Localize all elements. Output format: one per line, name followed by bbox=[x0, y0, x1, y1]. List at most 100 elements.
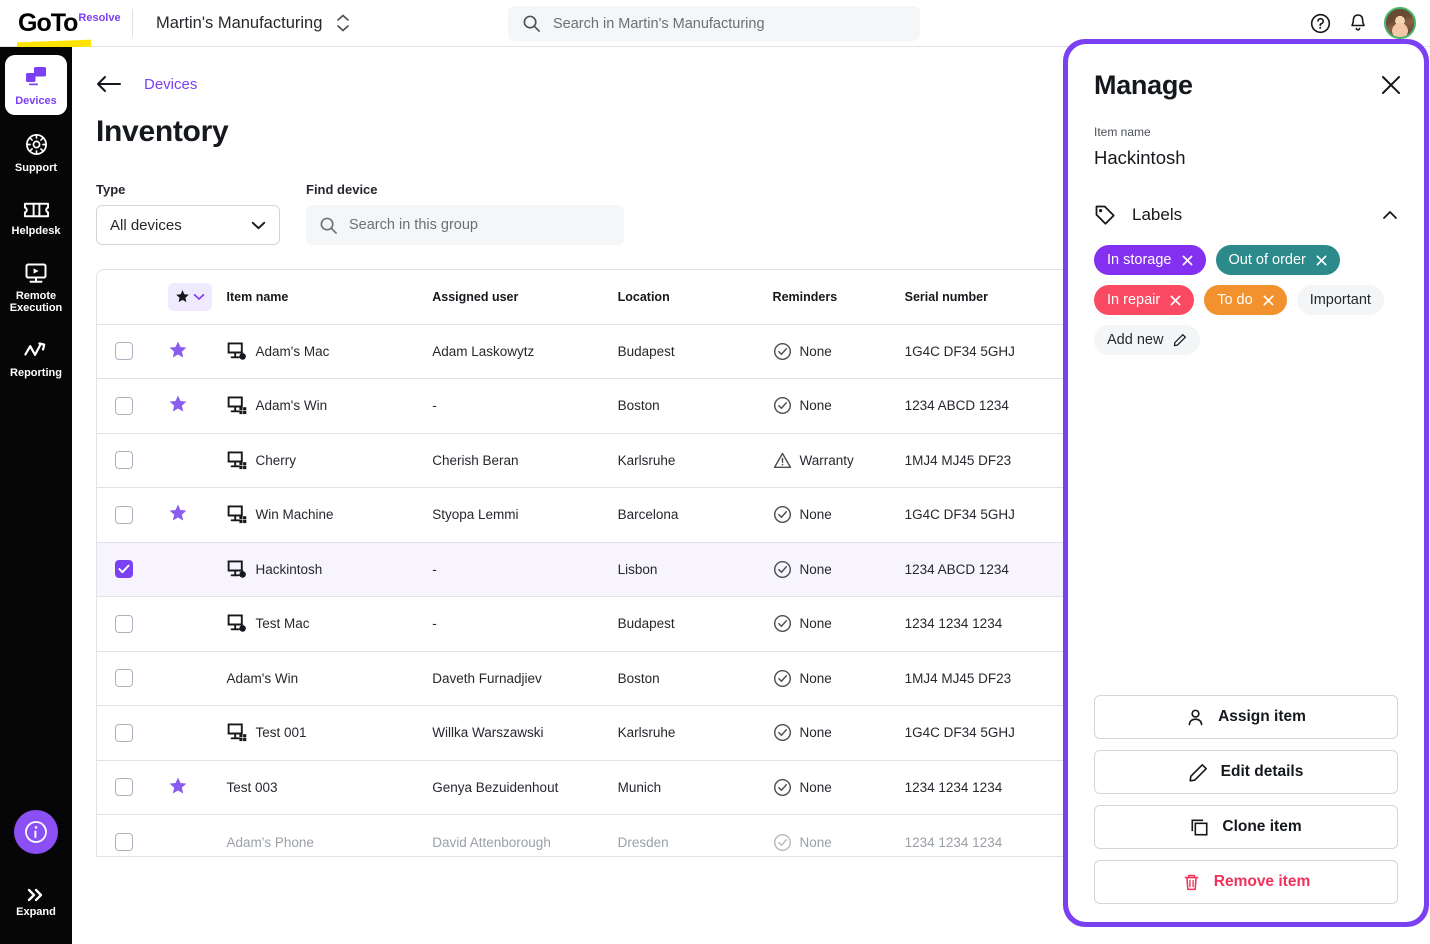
check-circle-icon bbox=[773, 614, 792, 633]
row-checkbox[interactable] bbox=[115, 724, 133, 742]
find-device-input[interactable]: Search in this group bbox=[306, 205, 624, 245]
sidebar-item-devices[interactable]: Devices bbox=[5, 55, 67, 115]
row-favorite-cell[interactable] bbox=[168, 542, 226, 597]
clone-item-button[interactable]: Clone item bbox=[1094, 805, 1398, 849]
add-new-label-button[interactable]: Add new bbox=[1094, 325, 1200, 355]
star-icon bbox=[168, 394, 188, 414]
monitor-apple-icon bbox=[227, 559, 248, 580]
row-checkbox[interactable] bbox=[115, 778, 133, 796]
item-name-text: Win Machine bbox=[256, 507, 334, 522]
header-reminders[interactable]: Reminders bbox=[773, 270, 905, 324]
row-favorite-cell[interactable] bbox=[168, 379, 226, 434]
remove-label-icon[interactable] bbox=[1170, 295, 1181, 306]
app-root: GoTo Resolve Martin's Manufacturing Sear… bbox=[0, 0, 1430, 944]
cell-reminders: None bbox=[773, 651, 905, 706]
search-icon bbox=[319, 216, 338, 235]
star-icon bbox=[168, 340, 188, 360]
brand-logo[interactable]: GoTo Resolve bbox=[0, 11, 122, 36]
cell-serial-number: 1234 1234 1234 bbox=[905, 760, 1085, 815]
type-filter-label: Type bbox=[96, 182, 280, 197]
row-checkbox[interactable] bbox=[115, 615, 133, 633]
sidebar-item-support[interactable]: Support bbox=[5, 123, 67, 182]
manage-actions: Assign item Edit details Clone item Remove … bbox=[1094, 695, 1398, 904]
row-favorite-cell[interactable] bbox=[168, 488, 226, 543]
global-search-input[interactable]: Search in Martin's Manufacturing bbox=[508, 6, 920, 41]
cell-item-name: Test Mac bbox=[227, 597, 433, 652]
cell-assigned-user: - bbox=[432, 597, 617, 652]
check-icon bbox=[118, 564, 130, 574]
row-favorite-cell[interactable] bbox=[168, 815, 226, 858]
row-checkbox[interactable] bbox=[115, 397, 133, 415]
remove-label-icon[interactable] bbox=[1316, 255, 1327, 266]
reminder-text: None bbox=[800, 725, 832, 740]
labels-section-title: Labels bbox=[1132, 205, 1182, 225]
item-name-text: Adam's Win bbox=[256, 398, 328, 413]
row-checkbox[interactable] bbox=[115, 342, 133, 360]
label-chip[interactable]: Important bbox=[1297, 285, 1384, 315]
header-item-name[interactable]: Item name bbox=[227, 270, 433, 324]
org-switcher-icon[interactable] bbox=[336, 14, 350, 32]
label-chip[interactable]: To do bbox=[1204, 285, 1286, 315]
edit-details-button[interactable]: Edit details bbox=[1094, 750, 1398, 794]
check-circle-icon bbox=[773, 342, 792, 361]
sidebar-item-reporting[interactable]: Reporting bbox=[5, 331, 67, 387]
check-circle-icon bbox=[773, 833, 792, 852]
row-favorite-cell[interactable] bbox=[168, 597, 226, 652]
label-chip[interactable]: In repair bbox=[1094, 285, 1194, 315]
header-favorite-sort bbox=[168, 270, 226, 324]
assign-item-button[interactable]: Assign item bbox=[1094, 695, 1398, 739]
sidebar-item-helpdesk[interactable]: Helpdesk bbox=[5, 191, 67, 245]
label-chip-text: In storage bbox=[1107, 252, 1172, 268]
cell-assigned-user: - bbox=[432, 379, 617, 434]
chevron-double-right-icon bbox=[25, 888, 47, 902]
copy-icon bbox=[1190, 818, 1209, 837]
row-checkbox[interactable] bbox=[115, 833, 133, 851]
back-arrow-icon[interactable] bbox=[96, 75, 122, 93]
info-button[interactable] bbox=[14, 810, 58, 854]
remove-label-icon[interactable] bbox=[1182, 255, 1193, 266]
labels-section-header[interactable]: Labels bbox=[1094, 204, 1398, 226]
expand-rail-button[interactable]: Expand bbox=[16, 888, 56, 918]
help-icon[interactable] bbox=[1309, 12, 1332, 35]
chevron-up-icon[interactable] bbox=[1382, 210, 1398, 220]
row-checkbox-cell bbox=[97, 324, 168, 379]
row-favorite-cell[interactable] bbox=[168, 433, 226, 488]
remove-item-button[interactable]: Remove item bbox=[1094, 860, 1398, 904]
row-checkbox-cell bbox=[97, 815, 168, 858]
row-checkbox[interactable] bbox=[115, 451, 133, 469]
row-favorite-cell[interactable] bbox=[168, 651, 226, 706]
remove-label-icon[interactable] bbox=[1263, 295, 1274, 306]
trash-icon bbox=[1182, 873, 1201, 892]
sidebar-item-remote-execution[interactable]: Remote Execution bbox=[5, 253, 67, 323]
check-circle-icon bbox=[773, 778, 792, 797]
cell-reminders: None bbox=[773, 815, 905, 858]
row-checkbox[interactable] bbox=[115, 560, 133, 578]
star-icon bbox=[168, 503, 188, 523]
cell-location: Lisbon bbox=[618, 542, 773, 597]
header-assigned-user[interactable]: Assigned user bbox=[432, 270, 617, 324]
row-favorite-cell[interactable] bbox=[168, 760, 226, 815]
cell-reminders: None bbox=[773, 597, 905, 652]
label-chip[interactable]: Out of order bbox=[1216, 245, 1340, 275]
monitor-apple-icon bbox=[227, 341, 248, 362]
star-icon bbox=[168, 776, 188, 796]
cell-item-name: Win Machine bbox=[227, 488, 433, 543]
avatar[interactable] bbox=[1384, 7, 1416, 39]
top-actions bbox=[1309, 7, 1416, 39]
star-icon bbox=[175, 289, 190, 304]
sidebar-item-label: Devices bbox=[15, 95, 57, 107]
row-favorite-cell[interactable] bbox=[168, 324, 226, 379]
header-serial-number[interactable]: Serial number bbox=[905, 270, 1085, 324]
bell-icon[interactable] bbox=[1347, 12, 1369, 34]
type-filter-select[interactable]: All devices bbox=[96, 205, 280, 245]
breadcrumb-link-devices[interactable]: Devices bbox=[144, 76, 197, 93]
favorite-sort-button[interactable] bbox=[168, 283, 212, 311]
close-icon[interactable] bbox=[1380, 74, 1402, 101]
header-location[interactable]: Location bbox=[618, 270, 773, 324]
row-favorite-cell[interactable] bbox=[168, 706, 226, 761]
check-circle-icon bbox=[773, 505, 792, 524]
label-chip[interactable]: In storage bbox=[1094, 245, 1206, 275]
cell-item-name: Adam's Win bbox=[227, 651, 433, 706]
row-checkbox[interactable] bbox=[115, 669, 133, 687]
row-checkbox[interactable] bbox=[115, 506, 133, 524]
